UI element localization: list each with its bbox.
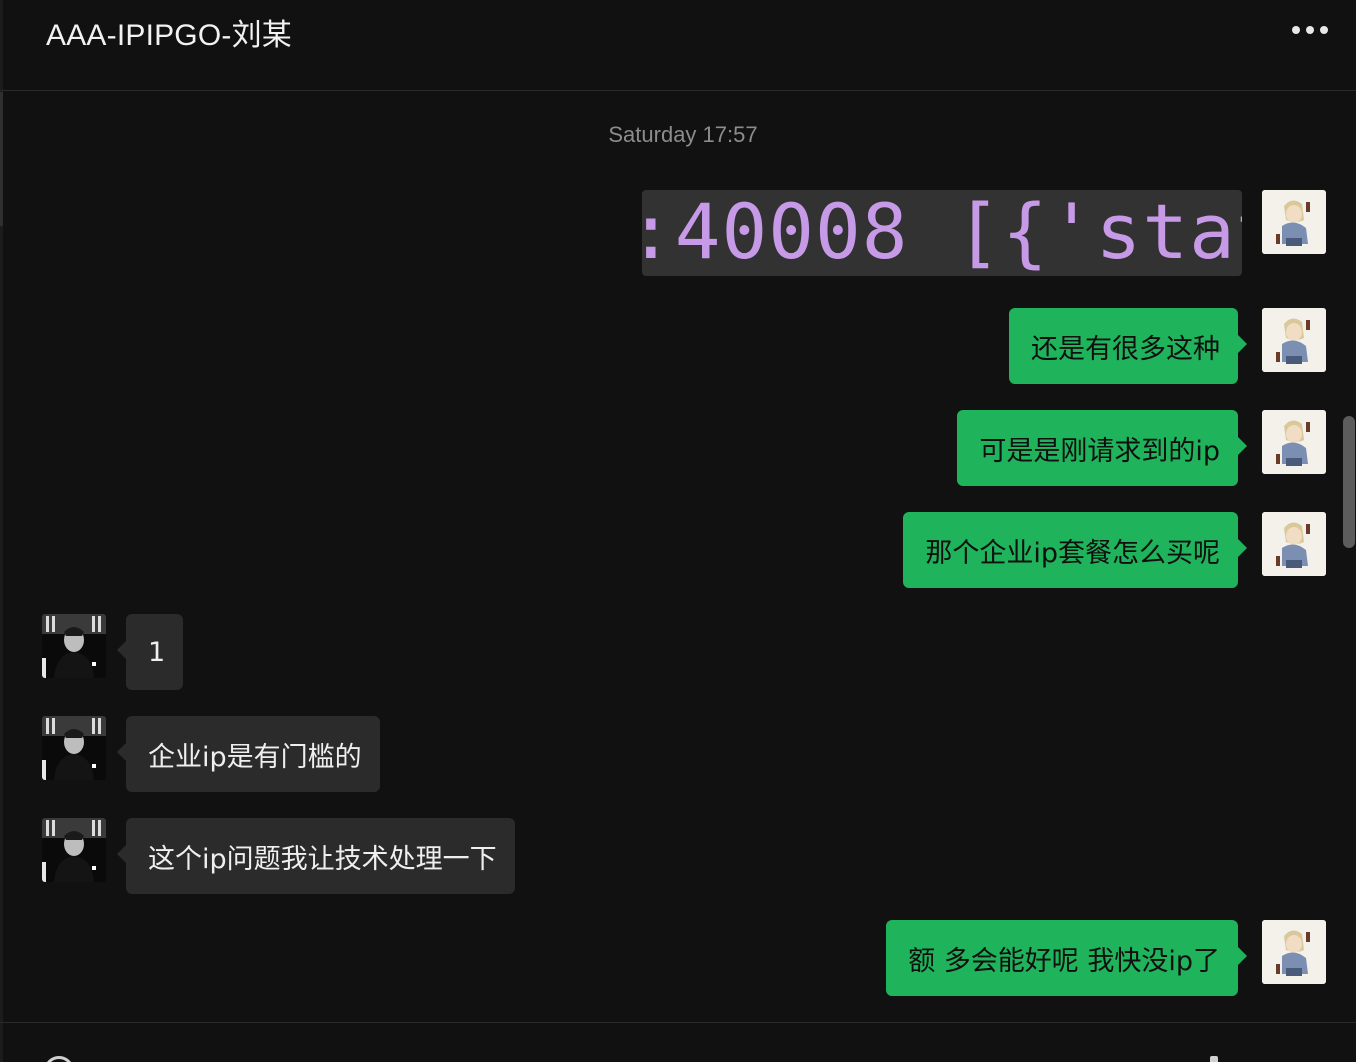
self-avatar[interactable] [1262, 308, 1326, 372]
incoming-message-bubble[interactable]: 1 [116, 614, 184, 690]
self-avatar-image [1262, 512, 1326, 576]
self-avatar[interactable] [1262, 512, 1326, 576]
more-dot [1306, 26, 1314, 34]
chat-header: AAA-IPIPGO-刘某 [0, 0, 1356, 91]
more-dot [1292, 26, 1300, 34]
contact-avatar[interactable] [42, 614, 106, 678]
incoming-message-bubble[interactable]: 这个ip问题我让技术处理一下 [117, 818, 515, 894]
image-message[interactable]: :40008 [{'stat [642, 190, 1242, 276]
contact-avatar-image [42, 716, 106, 780]
contact-avatar[interactable] [42, 716, 106, 780]
emoji-icon[interactable] [44, 1056, 74, 1062]
self-avatar[interactable] [1262, 920, 1326, 984]
contact-avatar-image [42, 614, 106, 678]
image-message-content: :40008 [{'stat [642, 190, 1242, 276]
toolbar-icon[interactable] [1210, 1056, 1218, 1062]
message-timestamp: Saturday 17:57 [608, 122, 758, 147]
chat-title: AAA-IPIPGO-刘某 [46, 19, 292, 52]
self-avatar-image [1262, 410, 1326, 474]
self-avatar-image [1262, 190, 1326, 254]
outgoing-message-bubble[interactable]: 可是是刚请求到的ip [957, 410, 1247, 486]
input-area-divider [0, 1022, 1356, 1023]
self-avatar-image [1262, 920, 1326, 984]
outgoing-message-bubble[interactable]: 那个企业ip套餐怎么买呢 [903, 512, 1247, 588]
self-avatar[interactable] [1262, 410, 1326, 474]
chat-scrollbar[interactable] [1343, 416, 1355, 548]
incoming-message-bubble[interactable]: 企业ip是有门槛的 [117, 716, 380, 792]
outgoing-message-bubble[interactable]: 额 多会能好呢 我快没ip了 [886, 920, 1247, 996]
outgoing-message-bubble[interactable]: 还是有很多这种 [1009, 308, 1247, 384]
contact-avatar[interactable] [42, 818, 106, 882]
self-avatar-image [1262, 308, 1326, 372]
chat-window: AAA-IPIPGO-刘某 Saturday 17:57 :40008 [{'s… [0, 0, 1356, 1062]
contact-avatar-image [42, 818, 106, 882]
more-options-icon[interactable] [1286, 12, 1334, 48]
more-dot [1320, 26, 1328, 34]
self-avatar[interactable] [1262, 190, 1326, 254]
window-left-edge-highlight [0, 92, 3, 226]
